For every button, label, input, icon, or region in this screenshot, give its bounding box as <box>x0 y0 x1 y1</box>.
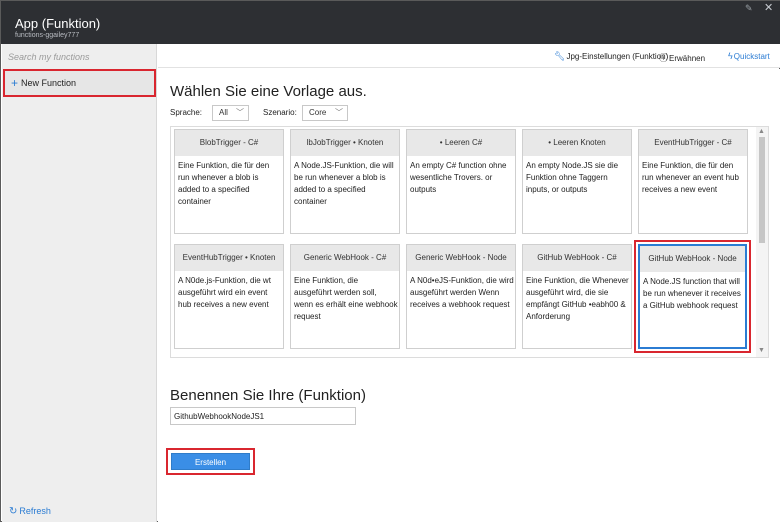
scroll-up-icon[interactable]: ▲ <box>758 128 765 135</box>
settings-label: Jpg-Einstellungen (Funktion) <box>566 52 669 61</box>
template-desc: Eine Funktion, die ausgeführt werden sol… <box>294 276 398 321</box>
template-title: Generic WebHook - Node <box>407 245 515 271</box>
app-window: App (Funktion) functions-ggailey777 ✎ ✕ … <box>0 0 780 522</box>
template-title: lbJobTrigger • Knoten <box>291 130 399 156</box>
template-tile[interactable]: EventHubTrigger - C# Eine Funktion, die … <box>638 129 748 234</box>
title-bar: App (Funktion) functions-ggailey777 ✎ ✕ <box>1 1 780 44</box>
chevron-down-icon: ﹀ <box>236 108 244 117</box>
scroll-down-icon[interactable]: ▼ <box>758 347 765 354</box>
language-select[interactable]: All ﹀ <box>212 105 249 121</box>
template-desc: An empty C# function ohne wesentliche Tr… <box>410 161 507 194</box>
template-desc: An empty Node.JS sie die Funktion ohne T… <box>526 161 619 194</box>
info-icon: ⓘ <box>659 53 669 63</box>
template-tile[interactable]: • Leeren Knoten An empty Node.JS sie die… <box>522 129 632 234</box>
template-tile[interactable]: lbJobTrigger • Knoten A Node.JS-Funktion… <box>290 129 400 234</box>
name-heading: Benennen Sie Ihre (Funktion) <box>170 387 366 404</box>
pin-icon[interactable]: ✎ <box>745 3 755 13</box>
template-scrollbar[interactable]: ▲ ▼ <box>756 127 768 357</box>
template-desc: Eine Funktion, die Whenever ausgeführt w… <box>526 276 629 321</box>
template-desc: A N0d•eJS-Funktion, die wird ausgeführt … <box>410 276 514 309</box>
sidebar: Search my functions + New Function ↻ Refr… <box>2 44 157 522</box>
refresh-icon: ↻ <box>9 506 18 517</box>
plus-icon: + <box>11 76 19 90</box>
template-tile[interactable]: Generic WebHook - Node A N0d•eJS-Funktio… <box>406 244 516 349</box>
quickstart-link[interactable]: ϟQuickstart <box>728 51 770 61</box>
template-tile[interactable]: Generic WebHook - C# Eine Funktion, die … <box>290 244 400 349</box>
lightning-icon: ϟ <box>728 51 733 61</box>
scenario-select[interactable]: Core ﹀ <box>302 105 348 121</box>
scenario-label: Szenario: <box>263 108 297 117</box>
refresh-button[interactable]: ↻ Refresh <box>9 506 51 517</box>
selected-template-highlight: GitHub WebHook - Node A Node.JS function… <box>634 240 751 353</box>
close-icon[interactable]: ✕ <box>764 2 776 14</box>
mention-link[interactable]: ⓘErwähnen <box>659 51 705 64</box>
template-title: • Leeren Knoten <box>523 130 631 156</box>
template-desc: Eine Funktion, die für den run whenever … <box>642 161 739 194</box>
search-input[interactable]: Search my functions <box>2 47 157 67</box>
template-title: EventHubTrigger - C# <box>639 130 747 156</box>
settings-link[interactable]: 🔧︎Jpg-Einstellungen (Funktion) <box>554 51 668 62</box>
scroll-thumb[interactable] <box>759 137 765 243</box>
create-button[interactable]: Erstellen <box>171 453 250 470</box>
mention-label: Erwähnen <box>669 54 706 63</box>
app-subtitle: functions-ggailey777 <box>15 32 80 39</box>
template-tile[interactable]: BlobTrigger - C# Eine Funktion, die für … <box>174 129 284 234</box>
scenario-value: Core <box>309 108 327 117</box>
language-label: Sprache: <box>170 108 203 117</box>
template-title: Generic WebHook - C# <box>291 245 399 271</box>
chevron-down-icon: ﹀ <box>335 108 343 117</box>
template-title: • Leeren C# <box>407 130 515 156</box>
template-tile[interactable]: EventHubTrigger • Knoten A N0de.js-Funkt… <box>174 244 284 349</box>
template-tile[interactable]: • Leeren C# An empty C# function ohne we… <box>406 129 516 234</box>
template-tile[interactable]: GitHub WebHook - C# Eine Funktion, die W… <box>522 244 632 349</box>
template-title: GitHub WebHook - C# <box>523 245 631 271</box>
new-function-button[interactable]: + New Function <box>3 69 156 97</box>
language-value: All <box>219 108 228 117</box>
refresh-label: Refresh <box>19 506 51 516</box>
template-tile-selected[interactable]: GitHub WebHook - Node A Node.JS function… <box>638 244 747 349</box>
app-title: App (Funktion) <box>15 16 101 31</box>
template-title: GitHub WebHook - Node <box>640 246 745 272</box>
template-desc: A Node.JS-Funktion, die will be run when… <box>294 161 394 206</box>
main-panel: Wählen Sie eine Vorlage aus. Sprache: Al… <box>158 69 780 522</box>
template-title: BlobTrigger - C# <box>175 130 283 156</box>
template-title: EventHubTrigger • Knoten <box>175 245 283 271</box>
page-title: Wählen Sie eine Vorlage aus. <box>170 83 367 100</box>
top-toolbar: 🔧︎Jpg-Einstellungen (Funktion) ⓘErwähnen… <box>158 44 780 68</box>
template-desc: A Node.JS function that will be run when… <box>643 277 741 310</box>
create-button-highlight: Erstellen <box>166 448 255 475</box>
new-function-label: New Function <box>21 78 77 88</box>
wrench-icon: 🔧︎ <box>554 51 566 61</box>
function-name-input[interactable] <box>170 407 356 425</box>
template-desc: A N0de.js-Funktion, die wt ausgeführt wi… <box>178 276 271 309</box>
template-desc: Eine Funktion, die für den run whenever … <box>178 161 270 206</box>
template-grid: BlobTrigger - C# Eine Funktion, die für … <box>170 126 769 358</box>
quickstart-label: Quickstart <box>733 52 770 61</box>
